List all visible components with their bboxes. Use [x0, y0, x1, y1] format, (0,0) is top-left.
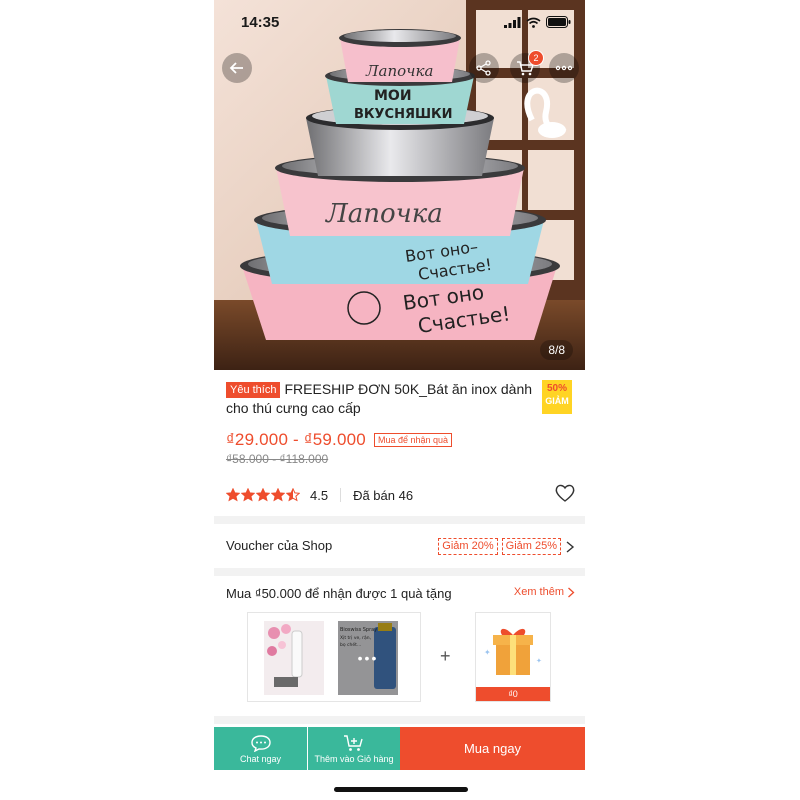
flowers-product-image: [264, 621, 324, 695]
discount-tag: 50% GIẢM: [542, 380, 572, 414]
add-cart-label: Thêm vào Giỏ hàng: [314, 753, 394, 764]
chat-button[interactable]: Chat ngay: [214, 727, 307, 770]
image-page-indicator: 8/8: [540, 340, 573, 360]
favorite-badge: Yêu thích: [226, 382, 281, 398]
voucher-chips: Giảm 20% Giảm 25%: [438, 538, 575, 555]
gift-box-icon: ✦ ✦: [484, 628, 542, 675]
star-icon: [256, 488, 270, 502]
see-more-label: Xem thêm: [513, 586, 564, 598]
chevron-right-icon: [568, 587, 575, 597]
more-products-overlay[interactable]: •••: [338, 621, 398, 695]
voucher-label: Voucher của Shop: [226, 538, 333, 553]
section-divider: [214, 716, 585, 724]
star-icon: [271, 488, 285, 502]
battery-icon: [546, 16, 571, 28]
status-bar: 14:35: [214, 12, 585, 34]
section-divider: [214, 568, 585, 576]
more-options-button[interactable]: [549, 53, 579, 83]
arrow-left-icon: [229, 62, 243, 74]
status-icons: [504, 16, 571, 28]
svg-text:✦: ✦: [484, 648, 491, 657]
gift-item[interactable]: ✦ ✦ ₫0: [475, 612, 551, 702]
product-image-gallery[interactable]: Вот оно Счастье! Вот оно– Счастье! Лапоч…: [214, 0, 585, 370]
favorite-button[interactable]: [554, 483, 576, 508]
svg-text:Лапочка: Лапочка: [324, 199, 443, 229]
status-time: 14:35: [241, 14, 280, 31]
gift-price: ₫0: [476, 687, 550, 701]
bundle-product-thumb[interactable]: Bioswiss Spray Xịt trị ve, rận, bọ chét.…: [338, 621, 398, 695]
home-indicator[interactable]: [334, 787, 468, 792]
share-icon: [476, 60, 491, 76]
chat-icon: [250, 734, 271, 752]
add-to-cart-button[interactable]: Thêm vào Giỏ hàng: [308, 727, 400, 770]
shop-voucher-row[interactable]: Voucher của Shop Giảm 20% Giảm 25%: [214, 528, 585, 564]
plus-sign: +: [440, 646, 451, 666]
product-title: Yêu thích FREESHIP ĐƠN 50K_Bát ăn inox dà…: [226, 380, 546, 418]
product-page: Вот оно Счастье! Вот оно– Счастье! Лапоч…: [214, 0, 585, 800]
svg-text:ВКУСНЯШКИ: ВКУСНЯШКИ: [354, 107, 453, 122]
heart-icon: [555, 484, 575, 502]
bundle-product-thumb[interactable]: [264, 621, 324, 695]
wifi-icon: [526, 17, 541, 28]
discount-percent: 50%: [546, 383, 567, 394]
voucher-chip[interactable]: Giảm 20%: [438, 538, 498, 555]
see-more-link[interactable]: Xem thêm: [514, 586, 575, 598]
bottom-action-bar: Chat ngay Thêm vào Giỏ hàng Mua ngay: [214, 727, 585, 770]
section-divider: [214, 516, 585, 524]
star-icon: [226, 488, 240, 502]
divider: [340, 488, 342, 502]
rating-row: 4.5 Đã bán 46: [226, 484, 576, 504]
add-cart-icon: [344, 734, 363, 751]
more-dots-icon: [555, 65, 573, 71]
back-button[interactable]: [222, 53, 252, 83]
buy-now-button[interactable]: Mua ngay: [400, 727, 585, 770]
star-icon: [286, 488, 300, 502]
rating-value: 4.5: [310, 487, 329, 503]
voucher-chip[interactable]: Giảm 25%: [501, 538, 561, 555]
signal-icon: [504, 16, 521, 28]
bundle-products[interactable]: Bioswiss Spray Xịt trị ve, rận, bọ chét.…: [247, 612, 421, 702]
rating-stars[interactable]: [226, 488, 300, 502]
sold-count: Đã bán 46: [353, 487, 414, 503]
chevron-right-icon: [566, 540, 575, 553]
cart-count-badge: 2: [528, 50, 544, 66]
price-range: ₫29.000 - ₫59.000: [226, 430, 366, 449]
chat-label: Chat ngay: [239, 753, 282, 764]
share-button[interactable]: [469, 53, 499, 83]
svg-text:✦: ✦: [536, 657, 542, 665]
gift-heading: Mua ₫50.000 để nhận được 1 quà tặng: [226, 586, 452, 601]
cart-button[interactable]: 2: [510, 50, 544, 83]
discount-label: GIẢM: [545, 396, 569, 406]
svg-text:МОИ: МОИ: [374, 88, 412, 104]
original-price-range: ₫58.000 - ₫118.000: [226, 452, 329, 466]
star-icon: [241, 488, 255, 502]
svg-text:Лапочка: Лапочка: [365, 62, 433, 80]
gift-promo-tag: Mua để nhận quà: [374, 433, 453, 447]
